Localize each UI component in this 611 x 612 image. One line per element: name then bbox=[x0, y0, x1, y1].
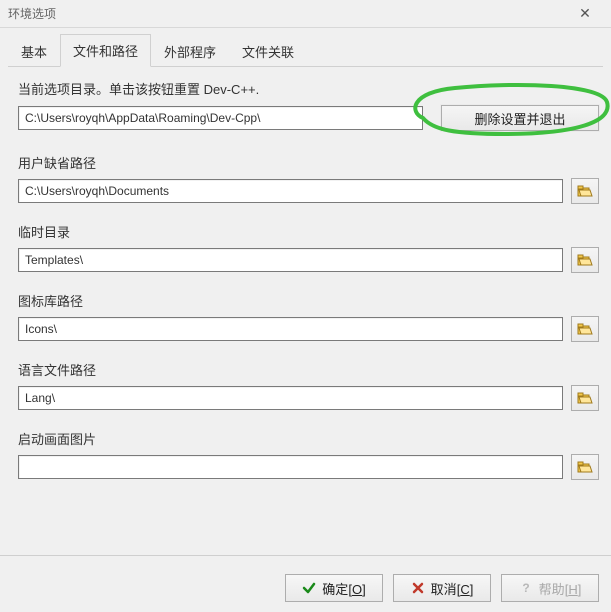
section-lang-files-path: 语言文件路径 bbox=[18, 360, 599, 411]
browse-icon-lib-path-button[interactable] bbox=[571, 316, 599, 342]
window: 环境选项 ✕ 基本 文件和路径 外部程序 文件关联 当前选项目录。单击该按钮重置… bbox=[0, 0, 611, 612]
input-icon-lib-path[interactable] bbox=[18, 317, 563, 341]
ok-button[interactable]: 确定[O] bbox=[285, 574, 383, 602]
options-dir-prompt: 当前选项目录。单击该按钮重置 Dev-C++. bbox=[18, 79, 599, 98]
delete-settings-label: 删除设置并退出 bbox=[474, 109, 565, 128]
window-title: 环境选项 bbox=[8, 5, 563, 22]
label-user-default-path: 用户缺省路径 bbox=[18, 153, 599, 172]
options-dir-input[interactable] bbox=[18, 106, 423, 130]
folder-open-icon bbox=[577, 391, 593, 405]
browse-temp-dir-button[interactable] bbox=[571, 247, 599, 273]
tab-external-label: 外部程序 bbox=[164, 45, 216, 60]
tab-external-programs[interactable]: 外部程序 bbox=[151, 35, 229, 67]
help-label: 帮助[H] bbox=[539, 579, 582, 598]
tab-bar: 基本 文件和路径 外部程序 文件关联 bbox=[0, 28, 611, 66]
help-button[interactable]: ? 帮助[H] bbox=[501, 574, 599, 602]
tab-file-associations[interactable]: 文件关联 bbox=[229, 35, 307, 67]
folder-open-icon bbox=[577, 184, 593, 198]
tab-assoc-label: 文件关联 bbox=[242, 45, 294, 60]
delete-settings-exit-button[interactable]: 删除设置并退出 bbox=[441, 105, 599, 131]
browse-user-default-path-button[interactable] bbox=[571, 178, 599, 204]
close-icon: ✕ bbox=[579, 5, 591, 22]
tab-files-label: 文件和路径 bbox=[73, 44, 138, 59]
panel-files-and-paths: 当前选项目录。单击该按钮重置 Dev-C++. 删除设置并退出 用户缺省路径 bbox=[0, 67, 611, 555]
close-button[interactable]: ✕ bbox=[563, 0, 607, 27]
tab-files-and-paths[interactable]: 文件和路径 bbox=[60, 34, 151, 67]
section-temp-dir: 临时目录 bbox=[18, 222, 599, 273]
input-lang-files-path[interactable] bbox=[18, 386, 563, 410]
section-icon-lib-path: 图标库路径 bbox=[18, 291, 599, 342]
cross-icon bbox=[411, 581, 425, 595]
dialog-button-bar: 确定[O] 取消[C] ? 帮助[H] bbox=[0, 564, 611, 612]
input-user-default-path[interactable] bbox=[18, 179, 563, 203]
cancel-label: 取消[C] bbox=[431, 579, 474, 598]
cancel-button[interactable]: 取消[C] bbox=[393, 574, 491, 602]
label-temp-dir: 临时目录 bbox=[18, 222, 599, 241]
titlebar: 环境选项 ✕ bbox=[0, 0, 611, 28]
label-lang-files-path: 语言文件路径 bbox=[18, 360, 599, 379]
options-dir-row: 删除设置并退出 bbox=[18, 106, 599, 131]
folder-open-icon bbox=[577, 322, 593, 336]
tab-basic-label: 基本 bbox=[21, 45, 47, 60]
section-user-default-path: 用户缺省路径 bbox=[18, 153, 599, 204]
label-icon-lib-path: 图标库路径 bbox=[18, 291, 599, 310]
section-splash-image: 启动画面图片 bbox=[18, 429, 599, 480]
check-icon bbox=[302, 581, 316, 595]
browse-splash-image-button[interactable] bbox=[571, 454, 599, 480]
folder-open-icon bbox=[577, 460, 593, 474]
input-temp-dir[interactable] bbox=[18, 248, 563, 272]
browse-lang-files-path-button[interactable] bbox=[571, 385, 599, 411]
bottom-separator bbox=[0, 555, 611, 556]
tab-basic[interactable]: 基本 bbox=[8, 35, 60, 67]
folder-open-icon bbox=[577, 253, 593, 267]
ok-label: 确定[O] bbox=[322, 579, 365, 598]
input-splash-image[interactable] bbox=[18, 455, 563, 479]
svg-text:?: ? bbox=[522, 581, 529, 595]
label-splash-image: 启动画面图片 bbox=[18, 429, 599, 448]
question-icon: ? bbox=[519, 581, 533, 595]
